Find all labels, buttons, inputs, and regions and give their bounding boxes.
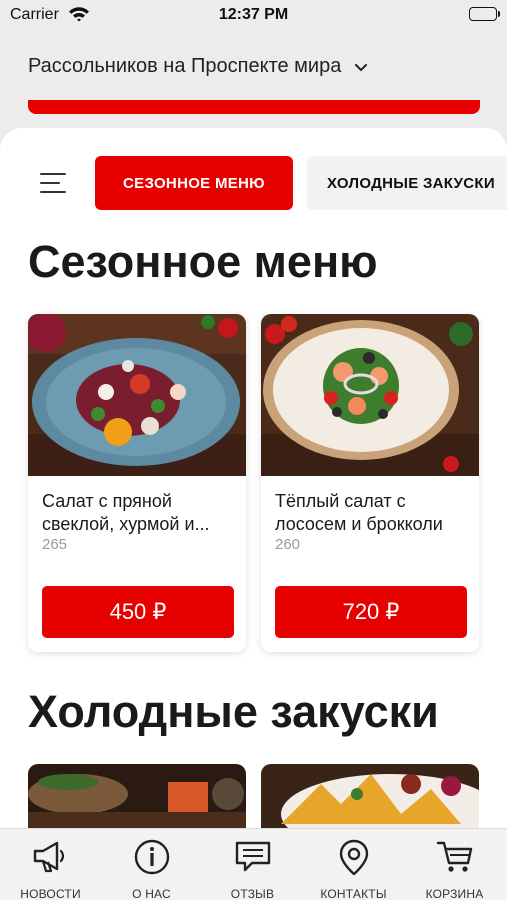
nav-label: О НАС xyxy=(132,887,171,900)
add-to-cart-button[interactable]: 720 ₽ xyxy=(275,586,467,638)
product-card[interactable]: Тёплый салат с лососем и брокколи 260 72… xyxy=(261,314,479,652)
hamburger-menu-icon[interactable] xyxy=(40,172,70,194)
product-name: Салат с пряной свеклой, хурмой и... xyxy=(42,491,210,534)
bottom-nav: НОВОСТИ О НАС ОТЗЫВ КОНТАКТЫ КОРЗИНА xyxy=(0,828,507,900)
restaurant-selector[interactable]: Рассольников на Проспекте мира xyxy=(28,40,368,92)
nav-contacts[interactable]: КОНТАКТЫ xyxy=(303,829,404,900)
battery-icon xyxy=(469,7,500,21)
tab-cold-appetizers[interactable]: ХОЛОДНЫЕ ЗАКУСКИ xyxy=(307,156,507,210)
location-pin-icon xyxy=(338,839,370,882)
promo-banner-edge[interactable] xyxy=(28,100,480,114)
nav-label: КОРЗИНА xyxy=(425,887,484,900)
product-weight: 265 xyxy=(42,536,68,553)
nav-cart[interactable]: КОРЗИНА xyxy=(404,829,505,900)
product-weight: 260 xyxy=(275,536,301,553)
menu-container: СЕЗОННОЕ МЕНЮ ХОЛОДНЫЕ ЗАКУСКИ Сезонное … xyxy=(0,128,507,848)
product-photo[interactable] xyxy=(28,764,246,834)
tab-seasonal-menu[interactable]: СЕЗОННОЕ МЕНЮ xyxy=(95,156,293,210)
chat-icon xyxy=(234,839,272,880)
status-bar: Carrier 12:37 PM xyxy=(0,0,507,32)
status-time: 12:37 PM xyxy=(218,6,289,23)
product-photo xyxy=(261,314,479,476)
nav-review[interactable]: ОТЗЫВ xyxy=(202,829,303,900)
section-title: Холодные закуски xyxy=(28,686,439,737)
product-photo xyxy=(28,314,246,476)
product-photo[interactable] xyxy=(261,764,479,834)
nav-news[interactable]: НОВОСТИ xyxy=(0,829,101,900)
chevron-down-icon xyxy=(355,55,368,78)
cart-icon xyxy=(436,839,474,880)
nav-label: ОТЗЫВ xyxy=(230,887,275,900)
nav-about[interactable]: О НАС xyxy=(101,829,202,900)
nav-label: НОВОСТИ xyxy=(20,887,81,900)
product-name: Тёплый салат с лососем и брокколи xyxy=(275,491,443,534)
nav-label: КОНТАКТЫ xyxy=(320,887,387,900)
megaphone-icon xyxy=(31,839,71,880)
info-icon xyxy=(134,839,170,880)
product-card[interactable]: Салат с пряной свеклой, хурмой и... 265 … xyxy=(28,314,246,652)
section-title: Сезонное меню xyxy=(28,236,378,287)
add-to-cart-button[interactable]: 450 ₽ xyxy=(42,586,234,638)
category-bar: СЕЗОННОЕ МЕНЮ ХОЛОДНЫЕ ЗАКУСКИ xyxy=(0,156,507,212)
restaurant-name: Рассольников на Проспекте мира xyxy=(28,54,342,77)
